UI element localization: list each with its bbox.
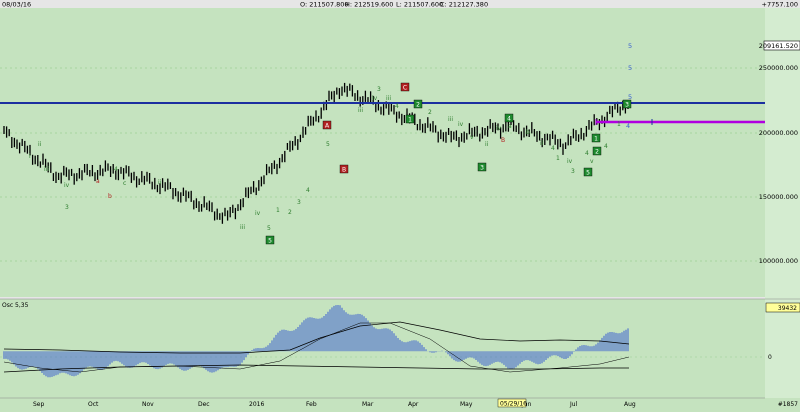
wave-count-text: iii (358, 107, 363, 114)
month-label: Nov (142, 401, 154, 408)
osc-zero-label: 0 (768, 354, 772, 361)
wave-count-text: 2 (288, 209, 292, 216)
wave-label-text: B (342, 166, 346, 173)
wave-label-text: 1 (408, 116, 412, 123)
chart-window: 08/03/16 O: 211507.800 H: 212519.600 L: … (0, 0, 800, 408)
wave-count-text: iv (567, 158, 573, 165)
wave-count-text: 4 (604, 143, 608, 150)
wave-count-text: 4 (395, 103, 399, 110)
wave-count-text: a (508, 123, 512, 130)
chart-canvas: 08/03/16 O: 211507.800 H: 212519.600 L: … (0, 0, 800, 408)
month-label: Feb (306, 401, 317, 408)
wave-count-text: v (470, 134, 474, 141)
wave-count-text: 5 (267, 225, 271, 232)
wave-count-text: 3 (297, 199, 301, 206)
wave-label-text: 5 (586, 169, 590, 176)
wave-count-text: iv (372, 95, 378, 102)
wave-count-text: iii (240, 224, 245, 231)
month-label: Oct (88, 401, 99, 408)
header-low: L: 211507.600 (396, 1, 443, 9)
projection-label: 4 (626, 122, 630, 130)
wave-count-text: c (123, 180, 126, 187)
projection-label: 5 (628, 64, 632, 72)
osc-value-label: 39432 (778, 305, 797, 312)
wave-count-text: iii (448, 116, 453, 123)
wave-label-text: 5 (268, 237, 272, 244)
wave-count-text: ii (38, 141, 42, 148)
cursor-date-label: 05/29/16 (500, 401, 527, 408)
price-tick-label: 100000.000 (759, 257, 798, 265)
wave-label-text: 3 (480, 164, 484, 171)
header-high: H: 212519.600 (345, 1, 393, 9)
month-label: Sep (33, 401, 45, 408)
wave-count-text: 4 (585, 150, 589, 157)
current-price-label: 209161.520 (759, 42, 798, 50)
header-close: C: 212127.380 (440, 1, 488, 9)
wave-count-text: 3 (571, 168, 575, 175)
wave-count-text: 1 (556, 155, 560, 162)
wave-count-text: 3 (65, 204, 69, 211)
wave-count-text: iv (255, 210, 261, 217)
projection-label: 5 (628, 42, 632, 50)
month-label: Mar (362, 401, 374, 408)
wave-count-text: iii (44, 166, 49, 173)
wave-count-text: iii (386, 95, 391, 102)
wave-label-text: 1 (594, 135, 598, 142)
wave-count-text: a (96, 178, 100, 185)
wave-label-text: 4 (507, 115, 511, 122)
wave-count-text: 1 (276, 207, 280, 214)
price-tick-label: 150000.000 (759, 193, 798, 201)
wave-count-text: 2 (428, 109, 432, 116)
wave-count-text: v (590, 158, 594, 165)
wave-count-text: ii (158, 179, 162, 186)
wave-count-text: B (501, 137, 505, 144)
month-label: Jul (569, 401, 578, 408)
price-tick-label: 250000.000 (759, 64, 798, 72)
wave-count-text: ii (540, 140, 544, 147)
header-open: O: 211507.800 (300, 1, 349, 9)
wave-label-text: 2 (595, 148, 599, 155)
month-label: Dec (198, 401, 210, 408)
wave-count-text: 4 (114, 166, 118, 173)
wave-count-text: 1 (617, 121, 621, 128)
wave-count-text: iv (64, 182, 70, 189)
month-label: Aug (624, 401, 636, 408)
month-label: May (460, 401, 473, 408)
wave-count-text: b (108, 193, 112, 200)
wave-count-text: ii (485, 141, 489, 148)
month-label: 2016 (249, 401, 264, 408)
header-date: 08/03/16 (2, 1, 31, 9)
header-right-value: +7757.100 (762, 1, 798, 9)
price-tick-label: 200000.000 (759, 129, 798, 137)
wave-count-text: 4 (306, 187, 310, 194)
wave-count-text: iv (458, 121, 464, 128)
wave-label-text: C (403, 84, 407, 91)
wave-label-text: 2 (416, 101, 420, 108)
osc-title: Osc 5,35 (2, 302, 29, 309)
wave-count-text: b (526, 129, 530, 136)
wave-label-text: 3 (625, 101, 629, 108)
wave-count-text: iv (496, 125, 502, 132)
x-axis-background (0, 398, 800, 408)
month-label: Apr (408, 401, 419, 408)
panel-divider (0, 297, 765, 299)
wave-count-text: 5 (326, 141, 330, 148)
wave-count-text: 3 (377, 86, 381, 93)
bar-count-label: #1857 (778, 401, 798, 408)
wave-count-text: 4 (551, 145, 555, 152)
